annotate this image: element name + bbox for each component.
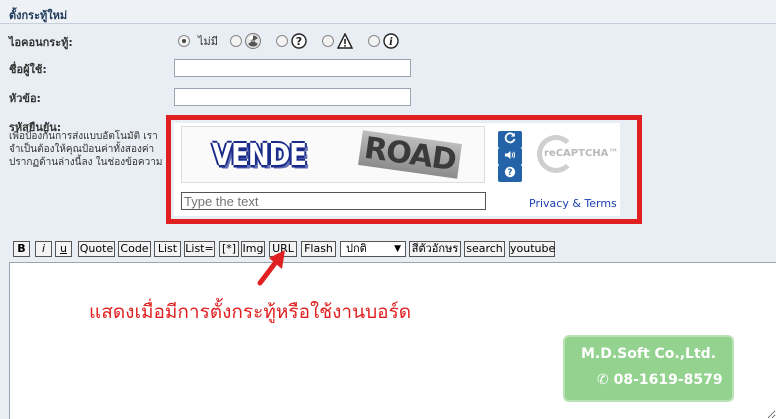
captcha-audio-button[interactable] xyxy=(498,148,522,165)
privacy-terms-link[interactable]: Privacy & Terms xyxy=(529,197,617,210)
company-watermark: M.D.Soft Co.,Ltd. ✆ 08-1619-8579 xyxy=(563,335,734,402)
youtube-button[interactable]: youtube xyxy=(509,241,555,257)
captcha-desc-line: ปรากฏด้านล่างนี้ลง ในช่องข้อความ xyxy=(9,157,163,168)
list-button[interactable]: List xyxy=(154,241,181,257)
icon-none-label: ไม่มี xyxy=(198,35,219,48)
icon-none-radio[interactable] xyxy=(178,35,190,47)
username-label: ชื่อผู้ใช้: xyxy=(9,63,47,76)
icon-warning-radio[interactable] xyxy=(322,35,335,47)
icon-question-radio[interactable] xyxy=(276,35,289,47)
captcha-image: VENDE ROAD xyxy=(181,126,485,183)
recaptcha-logo-text: reCAPTCHA™ xyxy=(544,148,619,159)
flash-button[interactable]: Flash xyxy=(301,241,336,257)
font-color-button[interactable]: สีตัวอักษร xyxy=(409,241,461,257)
company-name: M.D.Soft Co.,Ltd. xyxy=(580,346,717,362)
question-icon: ? xyxy=(291,33,307,49)
company-phone-number: 08-1619-8579 xyxy=(613,372,723,388)
font-size-value: ปกติ xyxy=(346,242,367,255)
italic-button[interactable]: i xyxy=(35,241,52,257)
captcha-desc-line: เพื่อป้องกันการส่งแบบอัตโนมัติ เรา xyxy=(9,131,158,142)
annotation-arrow-icon xyxy=(255,248,295,288)
captcha-desc-line: จำเป็นต้องให้คุณป้อนค่าทั้งสองค่า xyxy=(9,144,155,155)
username-input[interactable] xyxy=(174,59,411,77)
svg-text:?: ? xyxy=(508,168,513,178)
bold-button[interactable]: B xyxy=(13,241,30,257)
list-item-button[interactable]: [*] xyxy=(219,241,239,257)
search-button[interactable]: search xyxy=(464,241,505,257)
speaker-icon xyxy=(504,149,516,164)
topic-icon-label: ไอคอนกระทู้: xyxy=(9,36,73,49)
code-button[interactable]: Code xyxy=(118,241,151,257)
icon-info-radio[interactable] xyxy=(368,35,381,47)
subject-input[interactable] xyxy=(174,88,411,106)
topic-icon-radio-group: ไม่มี ? i xyxy=(178,32,414,50)
section-header: ตั้งกระทู้ใหม่ xyxy=(0,0,776,24)
refresh-icon xyxy=(504,132,516,147)
warning-icon xyxy=(337,33,354,49)
list-ordered-button[interactable]: List= xyxy=(184,241,215,257)
captcha-word-2: ROAD xyxy=(358,130,462,179)
captcha-help-button[interactable]: ? xyxy=(498,165,522,182)
recaptcha-logo: reCAPTCHA™ xyxy=(532,133,618,177)
svg-text:?: ? xyxy=(296,35,302,48)
captcha-description: เพื่อป้องกันการส่งแบบอัตโนมัติ เรา จำเป็… xyxy=(9,130,169,170)
help-icon: ? xyxy=(504,166,516,181)
captcha-reload-button[interactable] xyxy=(498,131,522,148)
phone-icon: ✆ xyxy=(597,372,609,388)
info-icon: i xyxy=(383,33,399,49)
underline-button[interactable]: u xyxy=(55,241,72,257)
font-size-select[interactable]: ปกติ ▼ xyxy=(340,241,406,257)
icon-radiation-radio[interactable] xyxy=(230,35,243,47)
quote-button[interactable]: Quote xyxy=(78,241,115,257)
svg-text:i: i xyxy=(389,37,393,48)
captcha-word-1: VENDE xyxy=(212,138,307,174)
radiation-icon xyxy=(245,33,262,49)
captcha-response-input[interactable] xyxy=(181,192,486,210)
subject-label: หัวข้อ: xyxy=(9,92,41,105)
section-title: ตั้งกระทู้ใหม่ xyxy=(9,9,68,22)
dropdown-arrow-icon: ▼ xyxy=(394,244,401,254)
company-phone: ✆ 08-1619-8579 xyxy=(597,372,723,388)
annotation-text: แสดงเมื่อมีการตั้งกระทู้หรือใช้งานบอร์ด xyxy=(89,301,412,323)
